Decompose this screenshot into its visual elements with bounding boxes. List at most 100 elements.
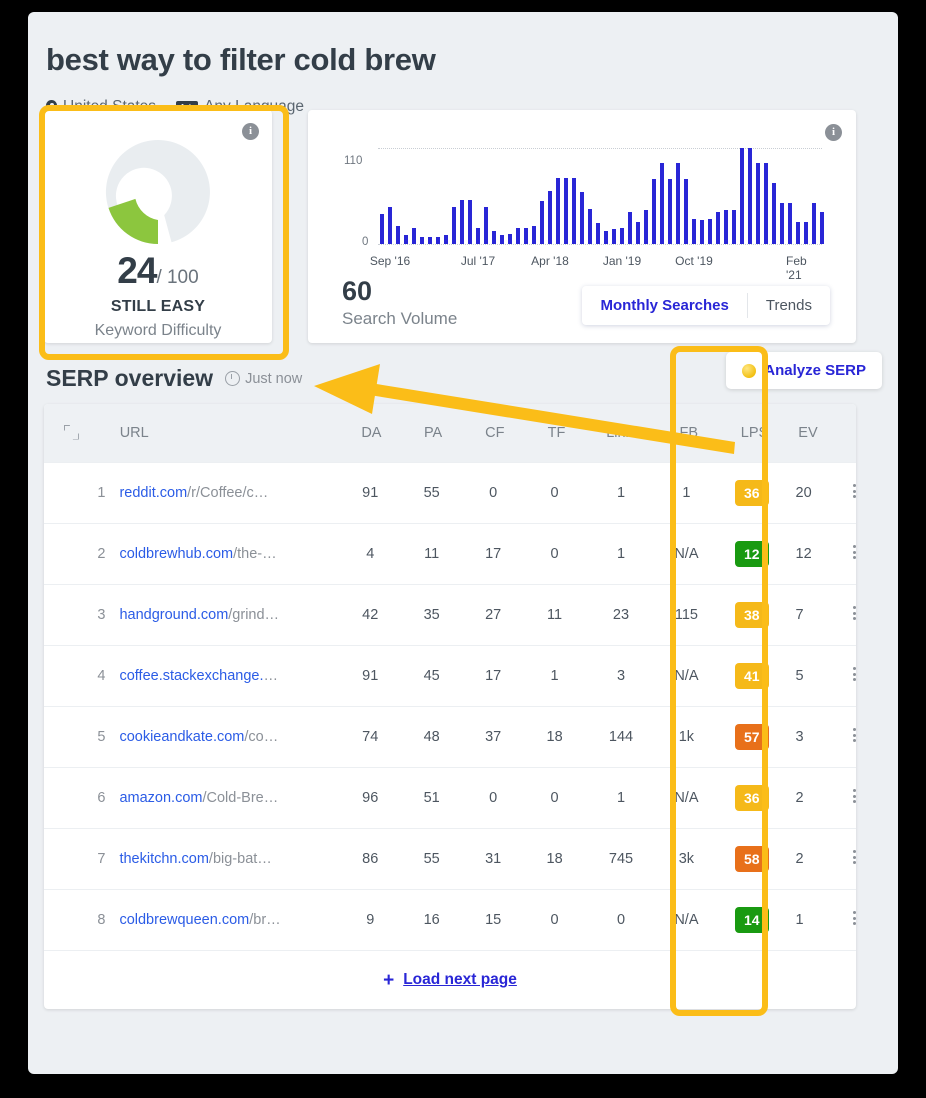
serp-overview-header: SERP overview Just now	[46, 365, 302, 392]
row-ev: 5	[795, 668, 804, 684]
chart-bar	[412, 227, 416, 244]
row-actions[interactable]	[852, 908, 856, 931]
table-row[interactable]: 8 coldbrewqueen.com/br… 9 16 15 0 0 N/A 14 1	[44, 889, 856, 950]
more-options-icon[interactable]	[852, 786, 856, 805]
row-lps: 36	[716, 480, 787, 506]
col-links[interactable]: Links	[587, 425, 659, 441]
kd-gauge	[105, 140, 210, 245]
row-url[interactable]: cookieandkate.com/co…	[105, 729, 339, 745]
row-url-link[interactable]: handground.com	[119, 607, 228, 623]
more-options-icon[interactable]	[852, 542, 856, 561]
col-tf[interactable]: TF	[526, 425, 588, 441]
row-tf: 18	[546, 729, 563, 745]
row-da: 91	[362, 485, 379, 501]
row-url[interactable]: reddit.com/r/Coffee/c…	[105, 485, 339, 501]
more-options-icon[interactable]	[852, 603, 856, 622]
row-url[interactable]: coffee.stackexchange.…	[105, 668, 339, 684]
more-options-icon[interactable]	[852, 481, 856, 500]
row-tf: 18	[546, 851, 563, 867]
lps-badge: 38	[734, 602, 769, 628]
info-icon[interactable]: i	[825, 124, 842, 141]
load-next-page-link[interactable]: Load next page	[403, 971, 517, 989]
table-row[interactable]: 1 reddit.com/r/Coffee/c… 91 55 0 0 1 1 36 20	[44, 462, 856, 523]
table-row[interactable]: 7 thekitchn.com/big-bat… 86 55 31 18 745 3k 58 2	[44, 828, 856, 889]
row-url[interactable]: thekitchn.com/big-bat…	[105, 851, 339, 867]
row-url-link[interactable]: thekitchn.com	[119, 851, 208, 867]
row-pa: 48	[423, 729, 440, 745]
row-rank: 6	[97, 790, 106, 806]
chart-bar	[700, 220, 704, 244]
row-lps: 38	[716, 602, 787, 628]
row-links: 1	[616, 546, 626, 562]
row-url[interactable]: coldbrewqueen.com/br…	[105, 912, 339, 928]
more-options-icon[interactable]	[852, 725, 856, 744]
row-fb: N/A	[674, 546, 699, 562]
table-row[interactable]: 6 amazon.com/Cold-Bre… 96 51 0 0 1 N/A 36 2	[44, 767, 856, 828]
row-actions[interactable]	[852, 603, 856, 626]
row-actions[interactable]	[852, 542, 856, 565]
row-actions[interactable]	[852, 664, 856, 687]
row-lps: 41	[716, 663, 787, 689]
chart-bar	[380, 214, 384, 244]
row-links: 23	[612, 607, 630, 623]
lps-badge: 57	[734, 724, 769, 750]
col-lps[interactable]: LPS	[719, 425, 791, 441]
table-row[interactable]: 3 handground.com/grind… 42 35 27 11 23 115 38 7	[44, 584, 856, 645]
tab-trends[interactable]: Trends	[748, 286, 830, 325]
chart-bar	[756, 162, 760, 244]
row-links: 1	[616, 485, 626, 501]
row-url-link[interactable]: coffee.stackexchange.	[119, 668, 263, 684]
chart-bar	[788, 202, 792, 244]
col-da[interactable]: DA	[341, 425, 403, 441]
row-url-link[interactable]: coldbrewqueen.com	[119, 912, 249, 928]
more-options-icon[interactable]	[852, 847, 856, 866]
row-url-link[interactable]: reddit.com	[119, 485, 187, 501]
row-actions[interactable]	[852, 847, 856, 870]
kd-label: Keyword Difficulty	[94, 322, 222, 339]
more-options-icon[interactable]	[852, 664, 856, 683]
row-cf: 17	[485, 668, 502, 684]
chart-bar	[548, 190, 552, 244]
chart-bar	[708, 218, 712, 244]
row-fb: 1k	[678, 729, 695, 745]
table-row[interactable]: 5 cookieandkate.com/co… 74 48 37 18 144 1k 57 3	[44, 706, 856, 767]
more-options-icon[interactable]	[852, 908, 856, 927]
row-url[interactable]: handground.com/grind…	[105, 607, 339, 623]
row-url[interactable]: amazon.com/Cold-Bre…	[105, 790, 339, 806]
kd-score: 24	[117, 250, 157, 291]
row-url-link[interactable]: coldbrewhub.com	[119, 546, 233, 562]
col-ev[interactable]: EV	[790, 425, 856, 441]
chart-bar	[636, 221, 640, 244]
chart-bar	[820, 211, 824, 244]
chart-bar	[772, 183, 776, 244]
col-url[interactable]: URL	[106, 425, 341, 441]
analyze-serp-button[interactable]: Analyze SERP	[726, 352, 882, 389]
table-row[interactable]: 4 coffee.stackexchange.… 91 45 17 1 3 N/A 41 5	[44, 645, 856, 706]
col-cf[interactable]: CF	[464, 425, 526, 441]
row-links: 745	[608, 851, 634, 867]
load-next-page-row[interactable]: + Load next page	[44, 950, 856, 1009]
row-url-link[interactable]: cookieandkate.com	[119, 729, 244, 745]
chart-bar	[500, 235, 504, 244]
row-cf: 15	[485, 912, 502, 928]
row-url-path: /r/Coffee/c…	[187, 485, 269, 501]
row-ev: 2	[795, 851, 804, 867]
row-actions[interactable]	[852, 786, 856, 809]
clock-icon	[225, 371, 241, 386]
row-url[interactable]: coldbrewhub.com/the-…	[105, 546, 339, 562]
table-row[interactable]: 2 coldbrewhub.com/the-… 4 11 17 0 1 N/A 12 12	[44, 523, 856, 584]
expand-icon[interactable]	[44, 425, 84, 442]
chart-bar	[468, 199, 472, 244]
row-actions[interactable]	[852, 481, 856, 504]
col-fb[interactable]: FB	[659, 425, 719, 441]
analyze-serp-label: Analyze SERP	[764, 362, 866, 379]
row-pa: 51	[423, 790, 440, 806]
lps-badge: 14	[734, 907, 769, 933]
row-actions[interactable]	[852, 725, 856, 748]
tab-monthly-searches[interactable]: Monthly Searches	[582, 286, 746, 325]
row-url-link[interactable]: amazon.com	[119, 790, 202, 806]
col-pa[interactable]: PA	[402, 425, 464, 441]
kd-score-row: 24/ 100	[44, 250, 272, 292]
row-pa: 16	[423, 912, 440, 928]
row-url-path: /br…	[249, 912, 281, 928]
